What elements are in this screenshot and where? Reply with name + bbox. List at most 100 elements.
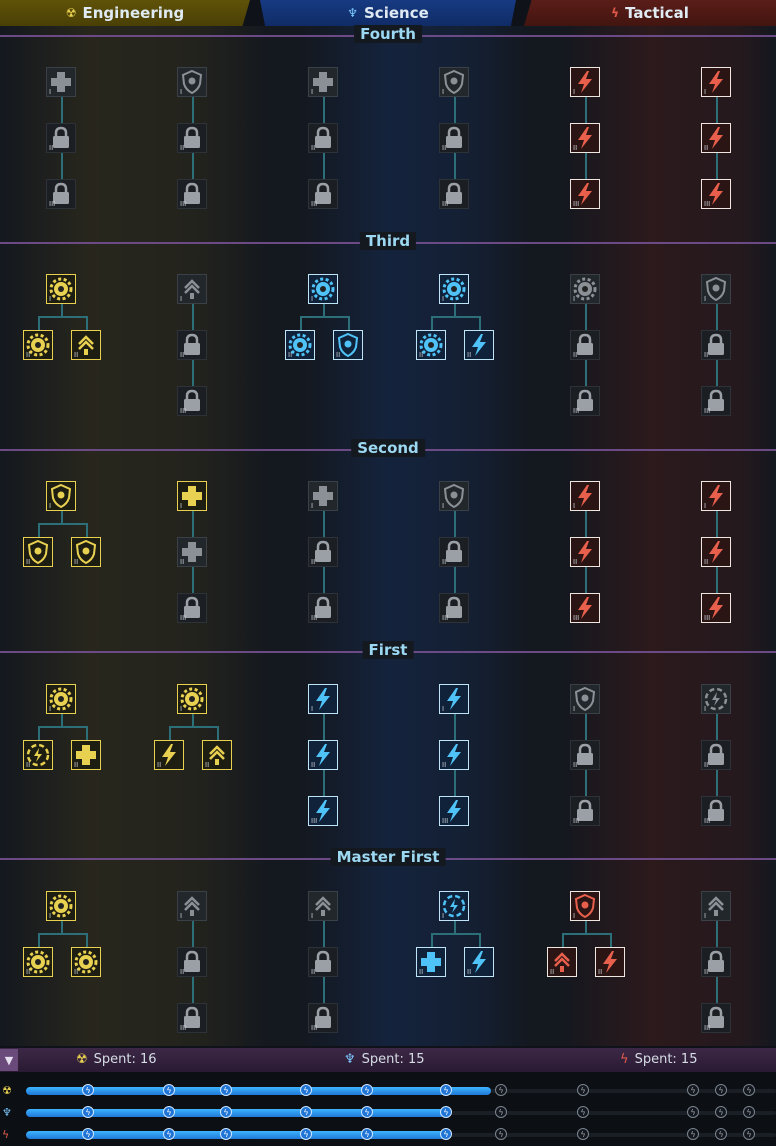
collapse-button[interactable]: ▼	[0, 1049, 18, 1071]
skill-slot[interactable]: I	[177, 891, 207, 921]
tab-science[interactable]: ♆ Science	[260, 0, 516, 26]
skill-slot[interactable]: I	[177, 67, 207, 97]
skill-slot[interactable]: I	[177, 274, 207, 304]
skill-slot[interactable]: I	[570, 274, 600, 304]
skill-slot[interactable]: I	[308, 684, 338, 714]
skill-slot[interactable]: II	[71, 740, 101, 770]
locked-skill-slot[interactable]: III	[570, 796, 600, 826]
skill-slot[interactable]: II	[71, 537, 101, 567]
skill-slot[interactable]: I	[701, 684, 731, 714]
skill-slot[interactable]: I	[177, 481, 207, 511]
locked-skill-slot[interactable]: II	[46, 123, 76, 153]
locked-skill-slot[interactable]: II	[177, 123, 207, 153]
locked-skill-slot[interactable]: III	[308, 1003, 338, 1033]
tab-engineering[interactable]: ☢ Engineering	[0, 0, 250, 26]
skill-slot[interactable]: II	[547, 947, 577, 977]
skill-slot[interactable]: II	[464, 947, 494, 977]
skill-slot[interactable]: I	[701, 891, 731, 921]
locked-skill-slot[interactable]: II	[701, 947, 731, 977]
locked-skill-slot[interactable]: III	[570, 386, 600, 416]
skill-slot[interactable]: II	[202, 740, 232, 770]
skill-slot[interactable]: I	[439, 274, 469, 304]
skill-slot[interactable]: II	[701, 123, 731, 153]
science-icon: ♆	[2, 1106, 12, 1119]
locked-skill-slot[interactable]: II	[308, 123, 338, 153]
locked-skill-slot[interactable]: III	[308, 179, 338, 209]
skill-slot[interactable]: I	[701, 481, 731, 511]
skill-slot[interactable]: II	[23, 330, 53, 360]
skill-slot[interactable]: I	[570, 891, 600, 921]
skill-slot[interactable]: I	[570, 684, 600, 714]
skill-slot[interactable]: II	[439, 740, 469, 770]
skill-slot[interactable]: I	[46, 274, 76, 304]
skill-slot[interactable]: II	[416, 947, 446, 977]
skill-slot[interactable]: II	[285, 330, 315, 360]
progress-node-icon: ϟ	[82, 1128, 94, 1140]
skill-slot[interactable]: I	[308, 891, 338, 921]
skill-slot[interactable]: I	[177, 684, 207, 714]
skill-slot[interactable]: I	[439, 67, 469, 97]
skill-slot[interactable]: II	[570, 537, 600, 567]
locked-skill-slot[interactable]: III	[701, 386, 731, 416]
skill-slot[interactable]: I	[308, 274, 338, 304]
skill-slot[interactable]: II	[701, 537, 731, 567]
skill-slot[interactable]: II	[595, 947, 625, 977]
rank-label: I	[704, 705, 707, 713]
locked-skill-slot[interactable]: III	[701, 1003, 731, 1033]
skill-slot[interactable]: I	[308, 481, 338, 511]
skill-slot[interactable]: I	[46, 891, 76, 921]
skill-slot[interactable]: III	[570, 593, 600, 623]
locked-skill-slot[interactable]: III	[46, 179, 76, 209]
locked-skill-slot[interactable]: III	[177, 1003, 207, 1033]
locked-skill-slot[interactable]: II	[177, 330, 207, 360]
skill-slot[interactable]: II	[333, 330, 363, 360]
skill-slot[interactable]: I	[46, 481, 76, 511]
locked-skill-slot[interactable]: II	[701, 330, 731, 360]
skill-slot[interactable]: I	[308, 67, 338, 97]
skill-slot[interactable]: III	[701, 179, 731, 209]
locked-skill-slot[interactable]: III	[439, 593, 469, 623]
tab-tactical[interactable]: ϟ Tactical	[524, 0, 776, 26]
locked-skill-slot[interactable]: III	[177, 593, 207, 623]
locked-skill-slot[interactable]: II	[439, 537, 469, 567]
tactical-spent-label: Spent: 15	[634, 1052, 698, 1067]
locked-skill-slot[interactable]: III	[701, 796, 731, 826]
skill-slot[interactable]: III	[701, 593, 731, 623]
skill-slot[interactable]: I	[439, 891, 469, 921]
skill-slot[interactable]: II	[71, 330, 101, 360]
skill-slot[interactable]: III	[308, 796, 338, 826]
skill-slot[interactable]: I	[46, 67, 76, 97]
locked-skill-slot[interactable]: III	[439, 179, 469, 209]
skill-slot[interactable]: I	[570, 67, 600, 97]
locked-skill-slot[interactable]: II	[308, 537, 338, 567]
locked-skill-slot[interactable]: II	[308, 947, 338, 977]
locked-skill-slot[interactable]: II	[701, 740, 731, 770]
locked-skill-slot[interactable]: III	[177, 179, 207, 209]
skill-slot[interactable]: II	[570, 123, 600, 153]
skill-slot[interactable]: III	[439, 796, 469, 826]
skill-slot[interactable]: I	[701, 67, 731, 97]
skill-slot[interactable]: II	[71, 947, 101, 977]
skill-slot[interactable]: II	[23, 947, 53, 977]
locked-skill-slot[interactable]: II	[570, 740, 600, 770]
skill-slot[interactable]: II	[154, 740, 184, 770]
locked-skill-slot[interactable]: II	[439, 123, 469, 153]
progress-node-icon: ϟ	[300, 1084, 312, 1096]
skill-slot[interactable]: I	[439, 684, 469, 714]
locked-skill-slot[interactable]: III	[308, 593, 338, 623]
skill-slot[interactable]: I	[46, 684, 76, 714]
skill-slot[interactable]: II	[308, 740, 338, 770]
skill-slot[interactable]: II	[177, 537, 207, 567]
skill-slot[interactable]: I	[701, 274, 731, 304]
rank-label: II	[467, 968, 472, 976]
skill-slot[interactable]: I	[570, 481, 600, 511]
locked-skill-slot[interactable]: II	[570, 330, 600, 360]
skill-slot[interactable]: III	[570, 179, 600, 209]
skill-slot[interactable]: I	[439, 481, 469, 511]
skill-slot[interactable]: II	[23, 740, 53, 770]
locked-skill-slot[interactable]: II	[177, 947, 207, 977]
skill-slot[interactable]: II	[464, 330, 494, 360]
locked-skill-slot[interactable]: III	[177, 386, 207, 416]
skill-slot[interactable]: II	[23, 537, 53, 567]
skill-slot[interactable]: II	[416, 330, 446, 360]
